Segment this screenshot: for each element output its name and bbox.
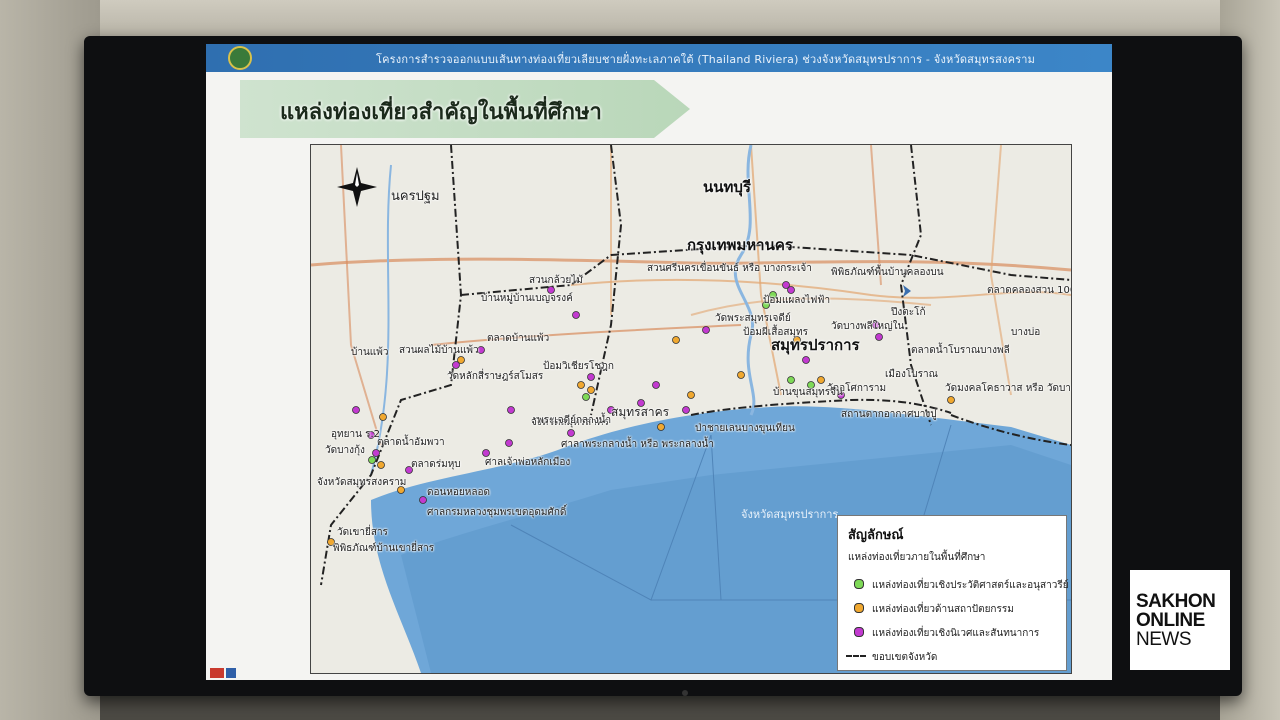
legend-item-history: แหล่งท่องเที่ยวเชิงประวัติศาสตร์และอนุสา…	[854, 578, 1069, 593]
orange-dot-icon	[854, 603, 864, 613]
label-rama2-park: อุทยาน ร.2	[331, 429, 380, 440]
purple-dot-icon	[854, 627, 864, 637]
map-legend: สัญลักษณ์ แหล่งท่องเที่ยวภายในพื้นที่ศึก…	[837, 515, 1069, 671]
compass-icon	[337, 167, 377, 207]
projected-slide: โครงการสำรวจออกแบบเส้นทางท่องเที่ยวเลียบ…	[206, 44, 1112, 680]
label-nonthaburi: นนทบุรี	[703, 178, 751, 196]
label-wat-lak-si: วัดหลักสี่ราษฎร์สโมสร	[447, 371, 544, 382]
label-phi-suea-samut-fort: ป้อมผีเสื้อสมุทร	[743, 327, 808, 338]
label-bang-phli-market: ตลาดน้ำโบราณบางพลี	[911, 345, 1010, 356]
wall-top	[0, 0, 1280, 40]
label-bang-krachao: สวนศรีนครเขื่อนขันธ์ หรือ บางกระเจ้า	[647, 263, 812, 274]
tv-power-led	[682, 690, 688, 696]
label-wat-mongkhon: วัดมงคลโคธาวาส หรือ วัดบางเพ็ง	[945, 383, 1071, 394]
legend-title: สัญลักษณ์	[848, 528, 904, 543]
label-khun-samut-chin: บ้านขุนสมุทรจีน	[773, 387, 843, 398]
legend-item-eco: แหล่งท่องเที่ยวเชิงนิเวศและสันทนาการ	[854, 626, 1039, 641]
legend-subtitle: แหล่งท่องเที่ยวภายในพื้นที่ศึกษา	[848, 552, 986, 563]
label-rom-hoop-market: ตลาดร่มหุบ	[411, 459, 461, 470]
label-wat-bang-kung: วัดบางกุ้ง	[325, 445, 365, 456]
label-wichian-chodok-fort: ป้อมวิเชียรโชฎก	[543, 361, 614, 372]
label-wat-khao-yisan: วัดเขายี่สาร	[337, 527, 388, 538]
label-khao-yisan-museum: พิพิธภัณฑ์บ้านเขายี่สาร	[333, 543, 435, 554]
partner-logo	[210, 668, 236, 678]
label-nakhon-pathom: นครปฐม	[391, 189, 440, 204]
label-chumphon-shrine: ศาลกรมหลวงชุมพรเขตอุดมศักดิ์	[427, 507, 567, 518]
label-phra-samut-chedi: วัดพระสมุทรเจดีย์	[715, 313, 791, 324]
label-lak-mueang-shrine: ศาลเจ้าพ่อหลักเมือง	[485, 457, 571, 468]
label-province-samut-songkhram: จังหวัดสมุทรสงคราม	[317, 477, 407, 488]
slide-title: แหล่งท่องเที่ยวสำคัญในพื้นที่ศึกษา	[280, 100, 602, 125]
label-benjarong-village: บ้านหมู่บ้านเบญจรงค์	[481, 293, 573, 304]
label-ban-phaeo-orchard: สวนผลไม้บ้านแพ้ว	[399, 345, 479, 356]
label-phra-klang-nam: ศาลาพระกลางน้ำ หรือ พระกลางน้ำ	[561, 439, 714, 450]
project-title: โครงการสำรวจออกแบบเส้นทางท่องเที่ยวเลียบ…	[376, 53, 1036, 66]
label-pueng-tako: ปึงตะโก้	[891, 307, 926, 318]
label-bang-pu: สถานตากอากาศบางปู	[841, 409, 937, 420]
label-phra-chedi-klang-nam: พระเจดีย์กลางน้ำ	[537, 415, 612, 426]
label-ban-phaeo-market: ตลาดบ้านแพ้ว	[487, 333, 550, 344]
legend-item-boundary: ขอบเขตจังหวัด	[846, 650, 937, 665]
sakhon-online-news-logo: SAKHON ONLINE NEWS	[1130, 570, 1230, 670]
title-banner: แหล่งท่องเที่ยวสำคัญในพื้นที่ศึกษา	[240, 80, 690, 138]
label-bang-khun-thian: ป่าชายเลนบางขุนเทียน	[695, 423, 795, 434]
label-wat-bang-phli-yai-nai: วัดบางพลีใหญ่ใน	[831, 321, 905, 332]
slide-header: โครงการสำรวจออกแบบเส้นทางท่องเที่ยวเลียบ…	[206, 44, 1112, 72]
label-ban-phaeo: บ้านแพ้ว	[351, 347, 389, 358]
label-phlaeng-fai-fort: ป้อมแผลงไฟฟ้า	[763, 295, 831, 306]
green-dot-icon	[854, 579, 864, 589]
label-bangkok: กรุงเทพมหานคร	[687, 236, 793, 254]
label-samut-sakhon: สมุทรสาคร	[611, 405, 670, 419]
label-orchid-garden: สวนกล้วยไม้	[529, 275, 583, 286]
legend-item-architecture: แหล่งท่องเที่ยวด้านสถาปัตยกรรม	[854, 602, 1014, 617]
label-bang-bo: บางบ่อ	[1011, 327, 1041, 338]
department-logo	[228, 46, 252, 70]
label-khlong-suan-market: ตลาดคลองสวน 100 ปี	[987, 285, 1071, 296]
dash-line-icon	[846, 655, 866, 657]
study-area-map: กรุงเทพมหานคร นนทบุรี นครปฐม สมุทรปราการ…	[310, 144, 1072, 674]
label-don-hoi-lot: ดอนหอยหลอด	[427, 487, 491, 498]
label-sea-samut-prakan: จังหวัดสมุทรปราการ	[741, 508, 839, 521]
label-khlong-bon-museum: พิพิธภัณฑ์พื้นบ้านคลองบน	[831, 267, 944, 278]
label-amphawa-market: ตลาดน้ำอัมพวา	[377, 437, 445, 448]
label-ancient-city: เมืองโบราณ	[885, 369, 938, 380]
